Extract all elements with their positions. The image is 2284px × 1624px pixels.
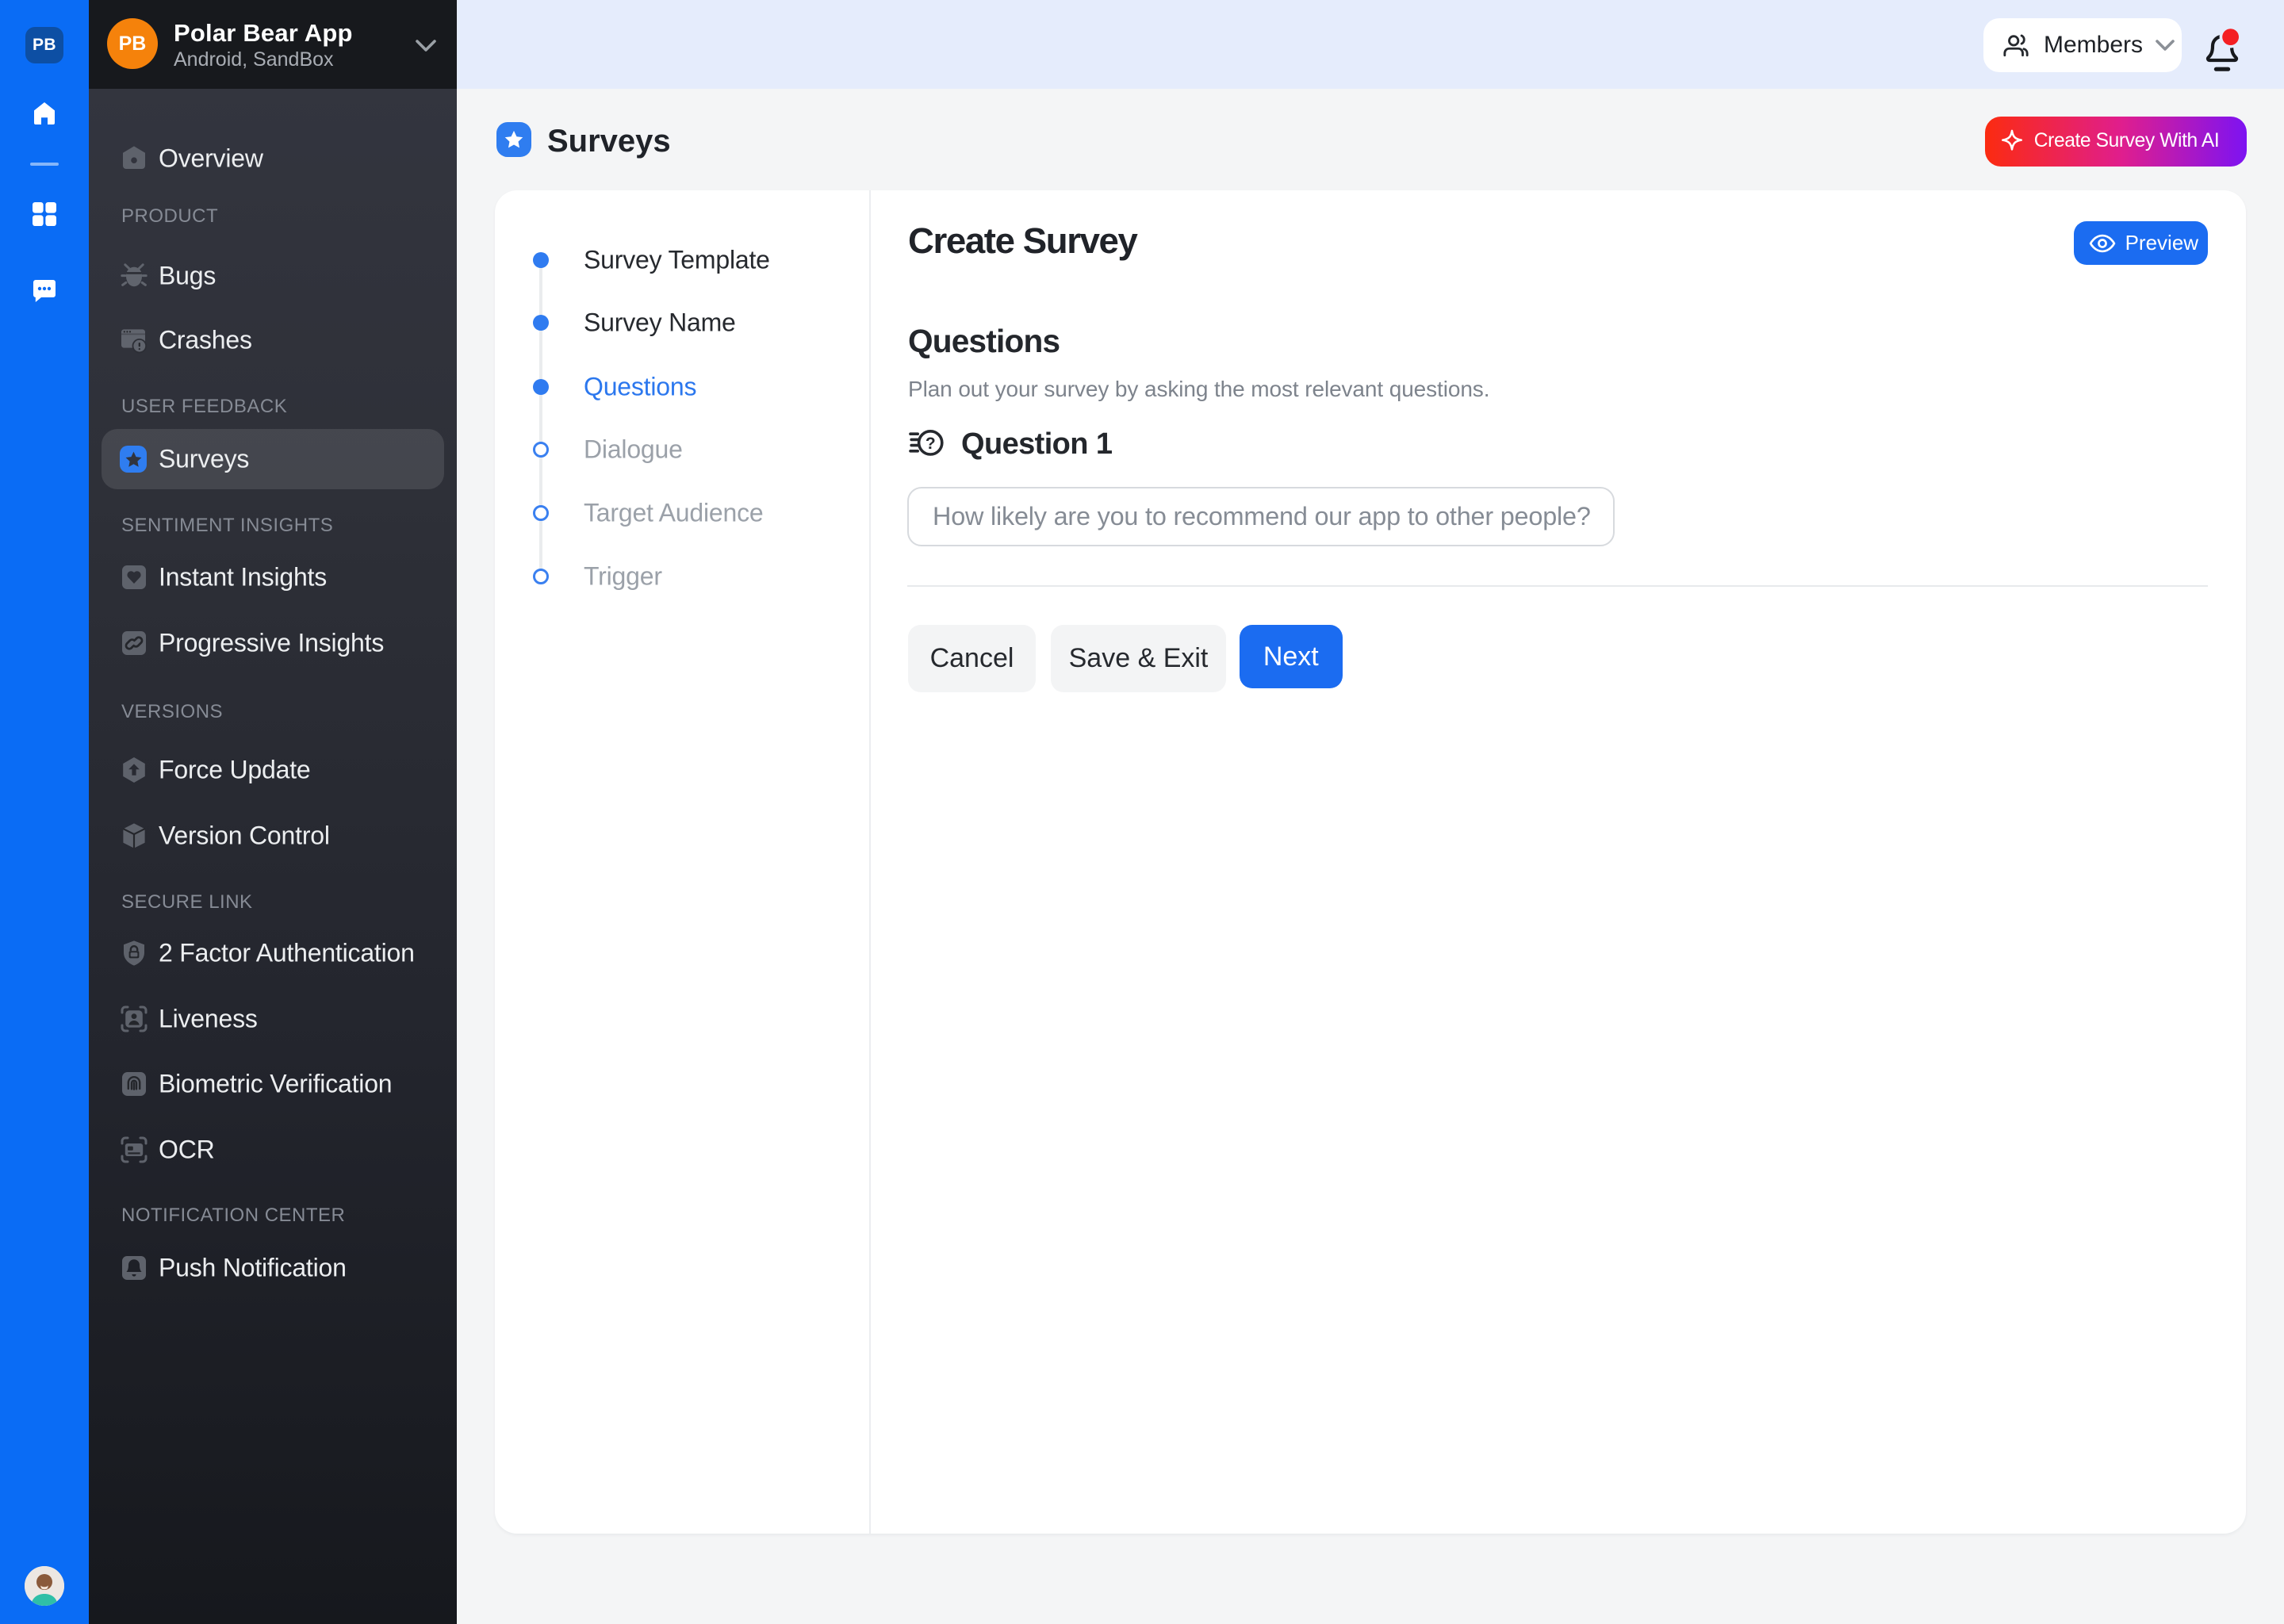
svg-text:?: ?	[925, 435, 936, 453]
